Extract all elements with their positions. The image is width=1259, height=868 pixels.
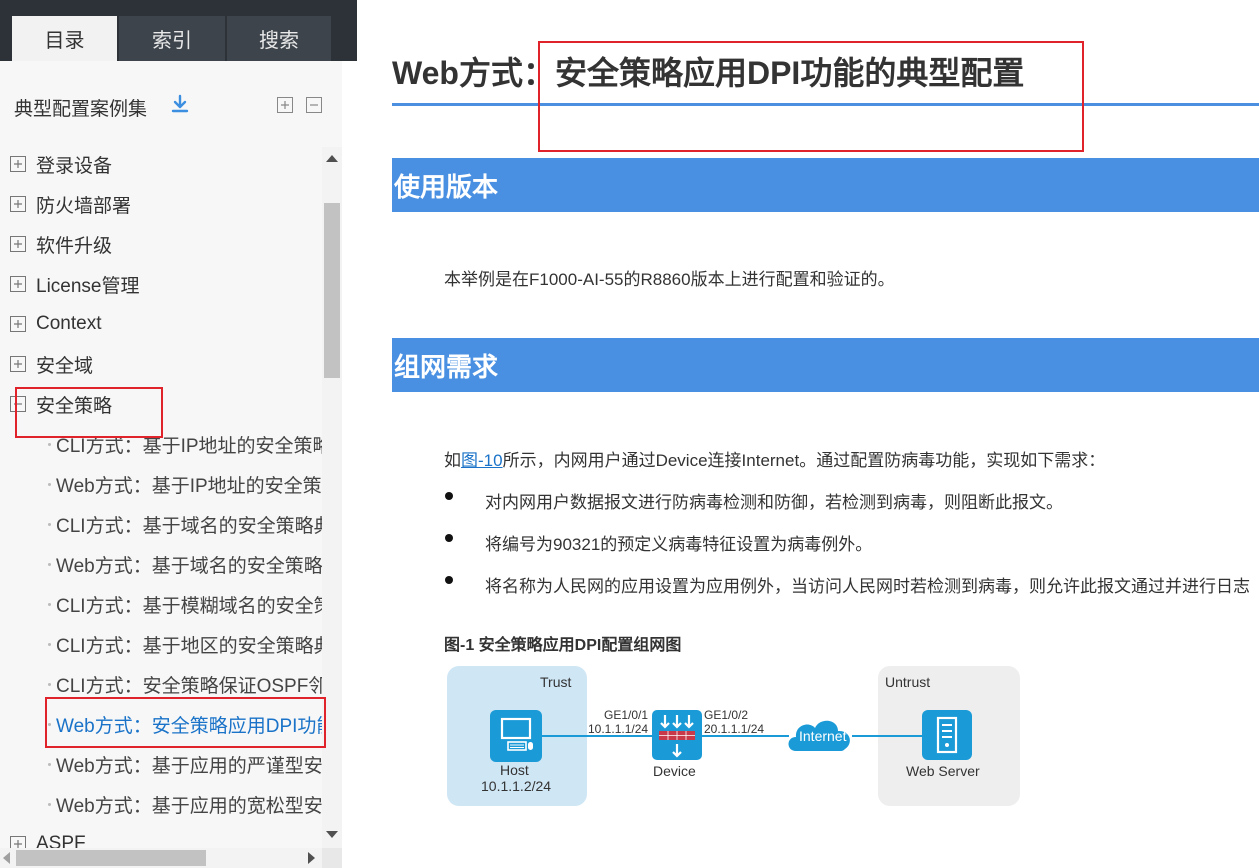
scrollbar-thumb[interactable] xyxy=(16,850,206,866)
internet-label: Internet xyxy=(799,728,847,744)
tree-node-license[interactable]: License管理 xyxy=(10,264,140,304)
tree-leaf[interactable]: Web方式：基于应用的宽松型安 xyxy=(48,784,322,824)
interface-ge1-0-2: GE1/0/2 xyxy=(704,708,749,722)
tree-node-label: 软件升级 xyxy=(36,235,113,257)
expand-icon[interactable] xyxy=(10,196,26,212)
web-server-label: Web Server xyxy=(906,763,980,779)
tab-contents[interactable]: 目录 xyxy=(12,16,117,61)
bullet-dot xyxy=(48,642,51,646)
highlight-box-title xyxy=(538,41,1084,152)
tree-leaf[interactable]: CLI方式：基于模糊域名的安全策 xyxy=(48,584,322,624)
tree-leaf-label: CLI方式：基于地区的安全策略典 xyxy=(56,635,322,657)
bullet-dot xyxy=(48,602,51,606)
tree-node-software-upgrade[interactable]: 软件升级 xyxy=(10,224,112,264)
requirement-item: 将编号为90321的预定义病毒特征设置为病毒例外。 xyxy=(485,535,873,554)
panel-tab-bar: 目录 索引 搜索 xyxy=(0,0,357,61)
download-icon[interactable] xyxy=(170,94,190,116)
bullet-marker xyxy=(445,534,453,542)
highlight-box-selected-item xyxy=(45,697,326,748)
panel-splitter[interactable] xyxy=(342,61,357,868)
collapse-all-icon[interactable] xyxy=(306,97,322,113)
bullet-dot xyxy=(48,522,51,526)
intro-paragraph: 如图-10所示，内网用户通过Device连接Internet。通过配置防病毒功能… xyxy=(444,446,1105,471)
panel-title: 典型配置案例集 xyxy=(14,99,148,120)
scrollbar-corner xyxy=(322,848,342,868)
bullet-dot xyxy=(48,762,51,766)
tree-leaf-label: Web方式：基于应用的严谨型安 xyxy=(56,755,322,777)
tree-node-aspf[interactable]: ASPF xyxy=(10,824,86,850)
requirement-item: 将名称为人民网的应用设置为应用例外，当访问人民网时若检测到病毒，则允许此报文通过… xyxy=(485,577,1250,596)
tree-leaf-label: CLI方式：基于模糊域名的安全策 xyxy=(56,595,322,617)
horizontal-scrollbar[interactable] xyxy=(0,848,322,868)
bullet-dot xyxy=(48,442,51,446)
untrust-label: Untrust xyxy=(885,674,931,690)
bullet-dot xyxy=(48,562,51,566)
host-ip: 10.1.1.2/24 xyxy=(481,778,552,794)
tree-node-label: 防火墙部署 xyxy=(36,195,132,217)
scroll-left-arrow-icon[interactable] xyxy=(3,852,10,864)
bullet-dot xyxy=(48,682,51,686)
tree-leaf-label: Web方式：基于应用的宽松型安 xyxy=(56,795,322,817)
bullet-dot xyxy=(48,482,51,486)
tree-leaf-label: CLI方式：安全策略保证OSPF邻居 xyxy=(56,675,322,697)
tree-leaf[interactable]: Web方式：基于域名的安全策略 xyxy=(48,544,322,584)
scroll-right-arrow-icon[interactable] xyxy=(308,852,315,864)
tree-leaf[interactable]: CLI方式：基于域名的安全策略典 xyxy=(48,504,322,544)
interface-ge1-0-2-ip: 20.1.1.1/24 xyxy=(704,722,765,736)
tab-index[interactable]: 索引 xyxy=(119,16,225,61)
panel-header: 典型配置案例集 xyxy=(0,61,357,193)
firewall-device-icon xyxy=(652,710,702,760)
tree-leaf[interactable]: CLI方式：基于地区的安全策略典 xyxy=(48,624,322,664)
figure-caption: 图-1 安全策略应用DPI配置组网图 xyxy=(444,637,682,654)
intro-prefix: 如 xyxy=(444,451,461,470)
scroll-down-arrow-icon[interactable] xyxy=(326,831,338,838)
tab-search[interactable]: 搜索 xyxy=(227,16,331,61)
expand-icon[interactable] xyxy=(10,316,26,332)
tree-node-login[interactable]: 登录设备 xyxy=(10,147,112,184)
interface-ge1-0-1-ip: 10.1.1.1/24 xyxy=(588,722,649,736)
tree-leaf-label: CLI方式：基于域名的安全策略典 xyxy=(56,515,322,537)
requirement-item: 对内网用户数据报文进行防病毒检测和防御，若检测到病毒，则阻断此报文。 xyxy=(485,493,1063,512)
section-heading-requirements: 组网需求 xyxy=(392,338,1259,392)
bullet-marker xyxy=(445,492,453,500)
scroll-up-arrow-icon[interactable] xyxy=(326,155,338,162)
tree-node-security-zone[interactable]: 安全域 xyxy=(10,344,93,384)
bullet-dot xyxy=(48,802,51,806)
intro-suffix: 所示，内网用户通过Device连接Internet。通过配置防病毒功能，实现如下… xyxy=(502,451,1106,470)
device-label: Device xyxy=(653,763,696,779)
expand-icon[interactable] xyxy=(10,236,26,252)
tree-node-label: 安全域 xyxy=(36,355,94,377)
version-paragraph: 本举例是在F1000-AI-55的R8860版本上进行配置和验证的。 xyxy=(444,270,895,289)
host-computer-icon xyxy=(490,710,542,762)
section-heading-version: 使用版本 xyxy=(392,158,1259,212)
bullet-marker xyxy=(445,576,453,584)
trust-label: Trust xyxy=(540,674,572,690)
figure-link[interactable]: 图-10 xyxy=(461,451,503,470)
tree-node-context[interactable]: Context xyxy=(10,304,101,344)
tree-leaf-label: Web方式：基于域名的安全策略 xyxy=(56,555,322,577)
tree-node-firewall-deploy[interactable]: 防火墙部署 xyxy=(10,184,131,224)
interface-ge1-0-1: GE1/0/1 xyxy=(604,708,649,722)
expand-all-icon[interactable] xyxy=(277,97,293,113)
tree-leaf-label: Web方式：基于IP地址的安全策略 xyxy=(56,475,322,497)
tree-node-label: License管理 xyxy=(36,275,140,297)
highlight-box-security-policy xyxy=(15,387,163,438)
web-server-icon xyxy=(922,710,972,760)
scrollbar-thumb[interactable] xyxy=(324,203,340,378)
tree-leaf[interactable]: Web方式：基于应用的严谨型安 xyxy=(48,744,322,784)
network-diagram: Internet Trust Untrust Host 10.1.1.2/24 … xyxy=(444,664,1024,810)
expand-icon[interactable] xyxy=(10,276,26,292)
expand-icon[interactable] xyxy=(10,156,26,172)
host-label: Host xyxy=(500,762,529,778)
tree-node-label: 登录设备 xyxy=(36,155,113,177)
tree-leaf[interactable]: Web方式：基于IP地址的安全策略 xyxy=(48,464,322,504)
tree-node-label: Context xyxy=(36,313,102,334)
expand-icon[interactable] xyxy=(10,356,26,372)
